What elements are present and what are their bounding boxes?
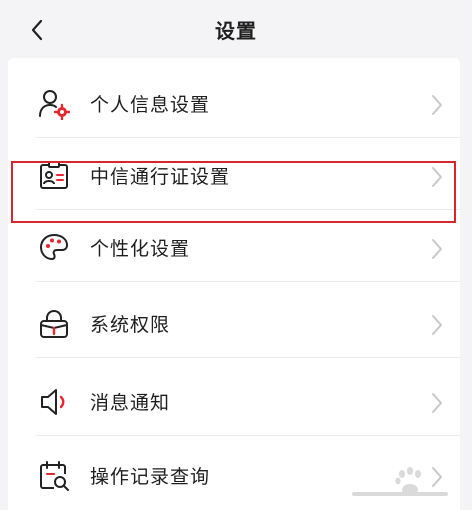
chevron-right-icon: [432, 167, 442, 187]
palette-icon: [40, 234, 68, 260]
chevron-right-icon: [432, 95, 442, 115]
chevron-right-icon: [432, 239, 442, 259]
menu-item-personalization[interactable]: 个性化设置: [8, 210, 460, 282]
menu-item-label: 个性化设置: [90, 238, 191, 260]
row-divider: [36, 281, 460, 282]
user-gear-icon: [39, 90, 70, 120]
calendar-search-icon: [40, 461, 69, 491]
baidu-paw-watermark: [352, 467, 448, 496]
menu-item-personal-info[interactable]: 个人信息设置: [8, 66, 460, 138]
page-title: 设置: [215, 19, 257, 43]
settings-list: 个人信息设置 中信通行证设置 个性化设置 系统权限 消息通知 操作记录查询: [8, 58, 460, 510]
menu-item-label: 系统权限: [90, 314, 171, 336]
menu-item-citic-pass[interactable]: 中信通行证设置: [8, 138, 460, 210]
id-card-icon: [40, 161, 68, 189]
menu-item-system-permissions[interactable]: 系统权限: [8, 286, 460, 358]
speaker-icon: [41, 389, 65, 415]
menu-item-label: 消息通知: [90, 392, 171, 414]
menu-item-notifications[interactable]: 消息通知: [8, 364, 460, 436]
menu-item-label: 中信通行证设置: [90, 166, 231, 188]
menu-item-label: 个人信息设置: [90, 94, 211, 116]
row-divider: [36, 435, 460, 436]
row-divider: [36, 357, 460, 358]
chevron-right-icon: [432, 315, 442, 335]
menu-item-label: 操作记录查询: [90, 466, 211, 488]
top-bar: 设置: [0, 0, 472, 58]
chevron-right-icon: [432, 393, 442, 413]
lock-icon: [40, 309, 68, 338]
